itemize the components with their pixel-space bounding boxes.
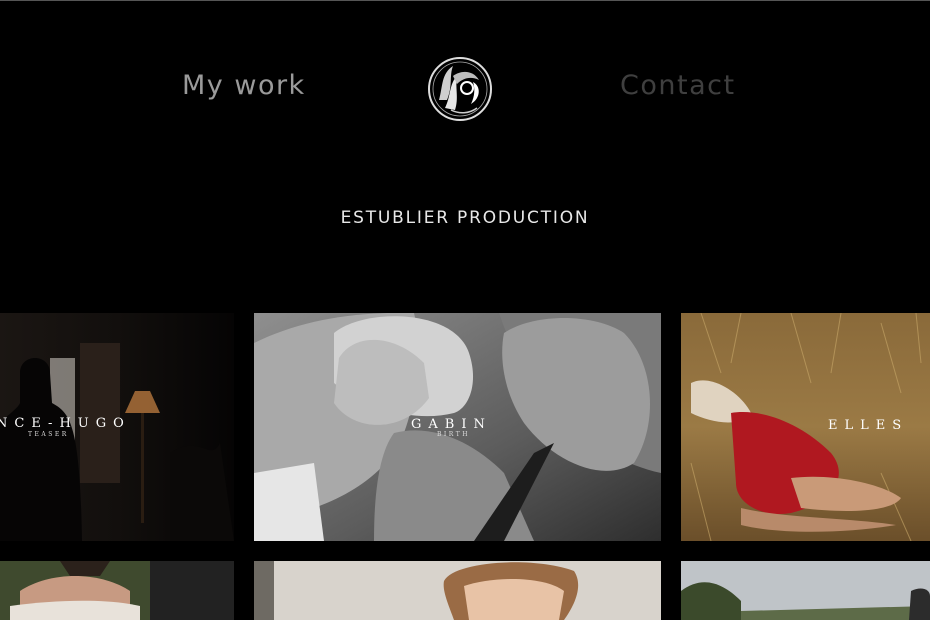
tree-circle-logo-icon[interactable]: [427, 56, 493, 122]
project-subtitle: TEASER: [28, 431, 69, 438]
top-border: [0, 0, 930, 1]
gallery-tile-6[interactable]: [681, 561, 930, 620]
gallery-tile-1[interactable]: NCE-HUGO TEASER: [0, 313, 234, 541]
project-subtitle: BIRTH: [437, 431, 470, 438]
gallery-tile-4[interactable]: [0, 561, 234, 620]
nav-my-work-link[interactable]: My work: [182, 70, 306, 101]
project-title: GABIN: [411, 417, 492, 432]
nav-contact-link[interactable]: Contact: [620, 70, 736, 101]
gallery-tile-5[interactable]: [254, 561, 661, 620]
project-title: ELLES: [828, 418, 909, 433]
video-thumbnail-image: [0, 561, 234, 620]
video-thumbnail-image: [681, 561, 930, 620]
video-thumbnail-image: [254, 561, 661, 620]
project-title: NCE-HUGO: [0, 416, 131, 431]
page-title: ESTUBLIER PRODUCTION: [340, 208, 590, 228]
gallery-tile-2[interactable]: GABIN BIRTH: [254, 313, 661, 541]
gallery-tile-3[interactable]: ELLES: [681, 313, 930, 541]
